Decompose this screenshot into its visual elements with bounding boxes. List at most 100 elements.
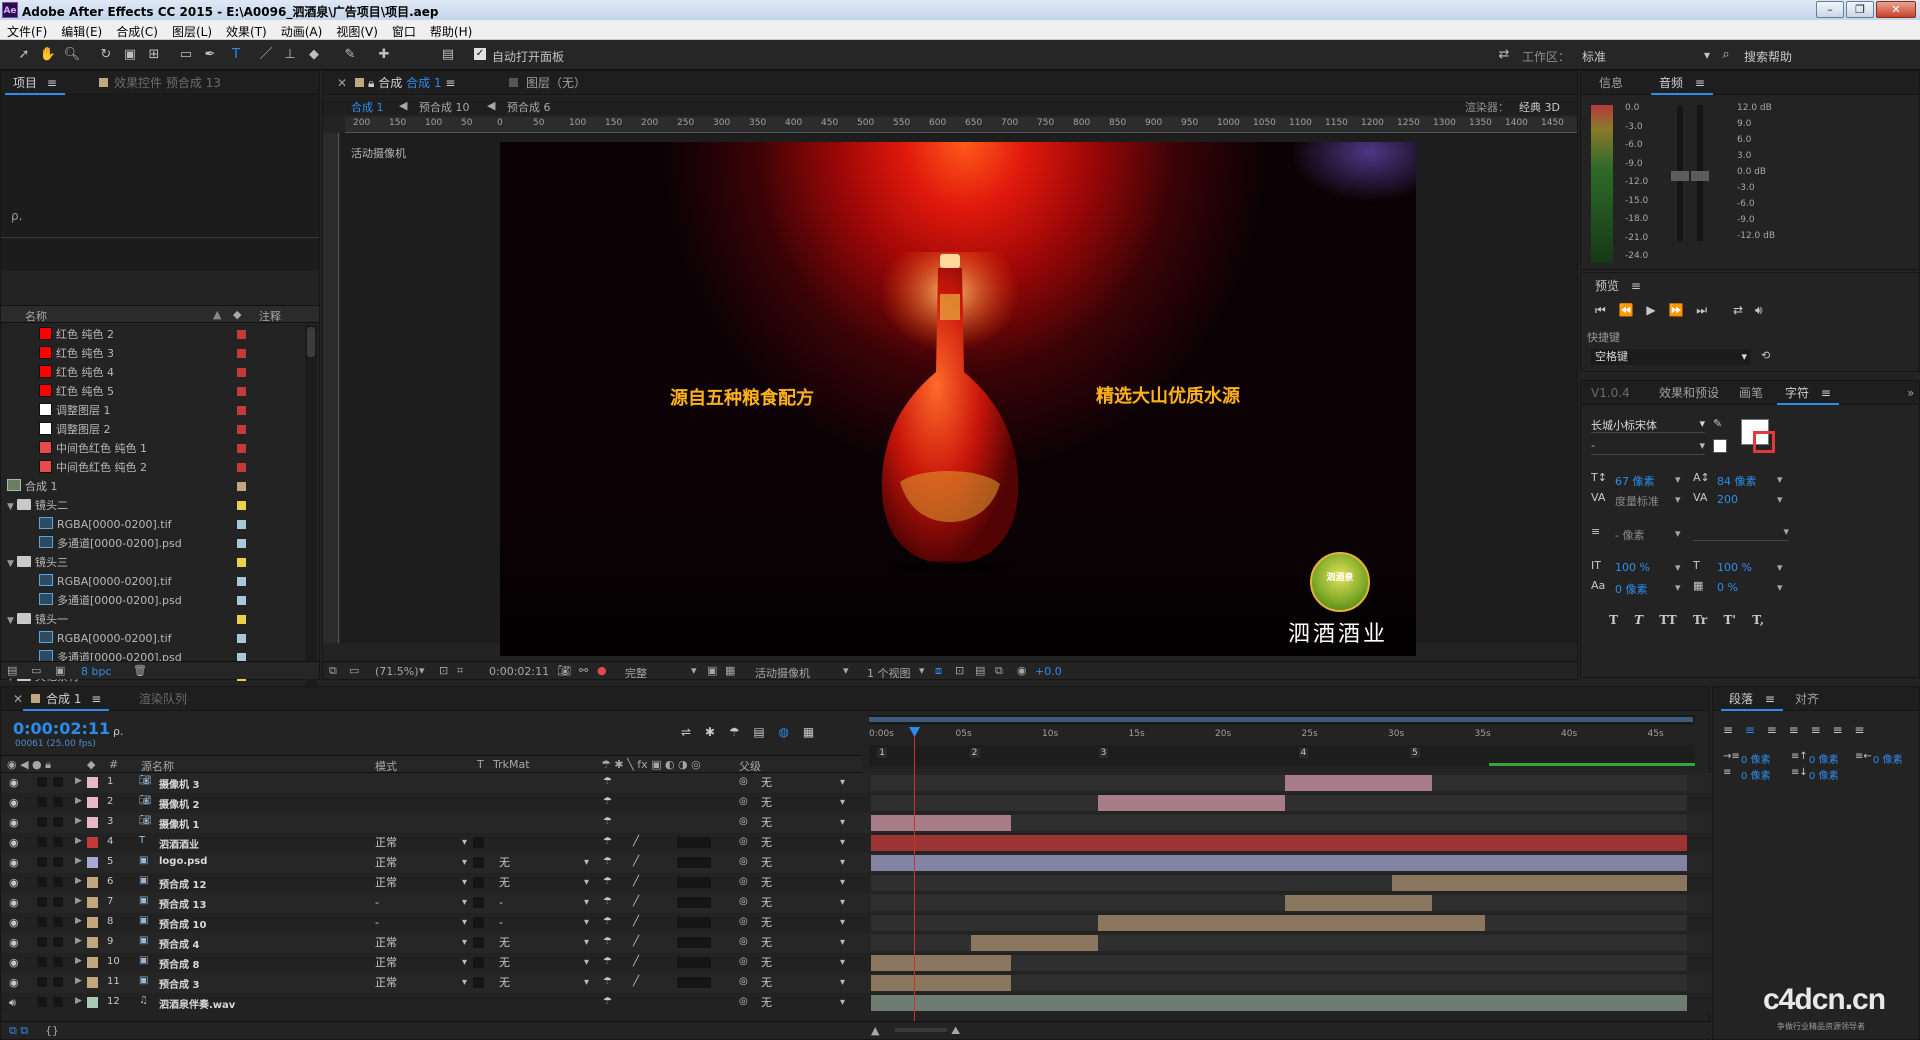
table-row[interactable]: ◉ ▶ 2 📷︎ 摄像机 2 ☂ ◎ 无 bbox=[1, 793, 1711, 813]
justify-center-icon[interactable]: ≡ bbox=[1811, 723, 1821, 737]
lock-box[interactable] bbox=[53, 877, 63, 887]
trkmat-dropdown[interactable]: 无 bbox=[499, 955, 589, 971]
loop-icon[interactable]: ⇄ bbox=[1733, 303, 1743, 317]
next-frame-icon[interactable]: ⏩ bbox=[1668, 303, 1683, 317]
layer-duration-bar[interactable] bbox=[1097, 915, 1485, 931]
label-color-icon[interactable] bbox=[237, 539, 246, 548]
label-color-icon[interactable] bbox=[237, 558, 246, 567]
expand-arrow-icon[interactable]: ▶ bbox=[75, 856, 82, 866]
visibility-eye-icon[interactable]: ◉ bbox=[9, 856, 19, 869]
shy-switch-icon[interactable]: ☂ bbox=[603, 936, 612, 947]
composition-viewer[interactable]: 源自五种粮食配方 精选大山优质水源 泗酒泉 泗酒酒业 bbox=[500, 142, 1416, 656]
comp-marker[interactable]: 1 bbox=[877, 748, 887, 758]
parent-dropdown[interactable]: 无 bbox=[761, 895, 845, 911]
timeline-search-icon[interactable]: ρ. bbox=[113, 725, 123, 738]
label-color-icon[interactable] bbox=[237, 387, 246, 396]
exposure-value[interactable]: +0.0 bbox=[1035, 665, 1062, 678]
col-name[interactable]: 名称 bbox=[25, 308, 47, 324]
expand-arrow-icon[interactable]: ▶ bbox=[75, 976, 82, 986]
pickwhip-icon[interactable]: ◎ bbox=[739, 776, 748, 787]
always-preview-icon[interactable]: ⧉ bbox=[329, 664, 337, 678]
solo-box[interactable] bbox=[37, 877, 47, 887]
project-item[interactable]: ▼ 镜头一 bbox=[1, 610, 305, 629]
indent-left-value[interactable]: 0 像素 bbox=[1741, 751, 1771, 766]
layer-name[interactable]: 预合成 12 bbox=[159, 876, 206, 891]
label-color-icon[interactable] bbox=[87, 877, 98, 888]
expand-arrow-icon[interactable]: ▶ bbox=[75, 936, 82, 946]
solo-box[interactable] bbox=[37, 937, 47, 947]
table-row[interactable]: ◉ ▶ 11 ▣ 预合成 3 正常 无 ☂ ╱ ◎ 无 bbox=[1, 973, 1711, 993]
mode-dropdown[interactable]: - bbox=[375, 915, 467, 931]
timeline-icon[interactable]: ▤ bbox=[975, 664, 985, 677]
justify-left-icon[interactable]: ≡ bbox=[1789, 723, 1799, 737]
tracking-value[interactable]: 200 bbox=[1717, 493, 1738, 506]
col-trkmat[interactable]: TrkMat bbox=[493, 758, 530, 771]
table-row[interactable]: ◉ ▶ 3 📷︎ 摄像机 1 ☂ ◎ 无 bbox=[1, 813, 1711, 833]
kerning-value[interactable]: 度量标准 bbox=[1615, 493, 1659, 509]
layer-duration-bar[interactable] bbox=[1284, 895, 1433, 911]
comp-marker[interactable]: 3 bbox=[1098, 748, 1109, 758]
tab-brushes[interactable]: 画笔 bbox=[1731, 381, 1771, 405]
label-color-icon[interactable] bbox=[237, 520, 246, 529]
parent-dropdown[interactable]: 无 bbox=[761, 855, 845, 871]
shy-switch-icon[interactable]: ☂ bbox=[603, 956, 612, 967]
lock-box[interactable] bbox=[53, 837, 63, 847]
parent-dropdown[interactable]: 无 bbox=[761, 875, 845, 891]
label-color-icon[interactable] bbox=[237, 615, 246, 624]
mode-dropdown[interactable]: 正常 bbox=[375, 935, 467, 951]
reset-icon[interactable]: ⟲ bbox=[1761, 349, 1770, 362]
visibility-eye-icon[interactable]: ◉ bbox=[9, 796, 19, 809]
menu-layer[interactable]: 图层(L) bbox=[165, 20, 219, 40]
expand-arrow-icon[interactable]: ▶ bbox=[75, 836, 82, 846]
channel-icon[interactable]: ● bbox=[597, 664, 607, 677]
indent-right-value[interactable]: 0 像素 bbox=[1873, 751, 1903, 766]
trkmat-dropdown[interactable]: 无 bbox=[499, 875, 589, 891]
col-parent[interactable]: 父级 bbox=[739, 758, 761, 774]
project-item[interactable]: ▼ 镜头三 bbox=[1, 553, 305, 572]
trash-icon[interactable]: 🗑︎ bbox=[133, 664, 147, 677]
graph-editor-icon[interactable]: ▦ bbox=[803, 725, 814, 739]
shy-switch-icon[interactable]: ☂ bbox=[603, 836, 612, 847]
visibility-eye-icon[interactable]: 🔊︎ bbox=[9, 996, 16, 1010]
label-color-icon[interactable] bbox=[87, 997, 98, 1008]
puppet-tool-icon[interactable]: ✚ bbox=[374, 46, 394, 64]
stroke-type-dropdown[interactable]: ▾ bbox=[1693, 525, 1789, 541]
solo-box[interactable] bbox=[37, 777, 47, 787]
solo-box[interactable] bbox=[37, 957, 47, 967]
stroke-color-swatch[interactable] bbox=[1753, 431, 1775, 453]
zoom-slider[interactable] bbox=[895, 1028, 947, 1032]
layer-name[interactable]: 泗酒酒业 bbox=[159, 836, 199, 851]
eraser-tool-icon[interactable]: ◆ bbox=[304, 46, 324, 64]
new-folder-icon[interactable]: ▭ bbox=[31, 664, 41, 677]
trkmat-dropdown[interactable]: 无 bbox=[499, 935, 589, 951]
quality-switch-icon[interactable]: ╱ bbox=[633, 936, 639, 947]
horizontal-scale-value[interactable]: 100 % bbox=[1717, 561, 1752, 574]
menu-animation[interactable]: 动画(A) bbox=[274, 20, 330, 40]
label-color-icon[interactable] bbox=[237, 482, 246, 491]
font-size-value[interactable]: 67 像素 bbox=[1615, 473, 1655, 489]
project-item[interactable]: 红色 纯色 5 bbox=[1, 382, 305, 401]
search-help-input[interactable]: 搜索帮助 bbox=[1744, 48, 1792, 65]
shy-switch-icon[interactable]: ☂ bbox=[603, 796, 612, 807]
quality-switch-icon[interactable]: ╱ bbox=[633, 976, 639, 987]
mode-dropdown[interactable]: 正常 bbox=[375, 975, 467, 991]
table-row[interactable]: ◉ ▶ 1 📷︎ 摄像机 3 ☂ ◎ 无 bbox=[1, 773, 1711, 793]
expand-arrow-icon[interactable]: ▶ bbox=[75, 796, 82, 806]
expand-arrow-icon[interactable]: ▶ bbox=[75, 896, 82, 906]
visibility-eye-icon[interactable]: ◉ bbox=[9, 916, 19, 929]
preserve-transparency-box[interactable] bbox=[473, 957, 484, 968]
pen-tool-icon[interactable]: ✒ bbox=[200, 46, 220, 64]
baseline-shift-value[interactable]: 0 像素 bbox=[1615, 581, 1648, 597]
shy-switch-icon[interactable]: ☂ bbox=[603, 916, 612, 927]
label-color-icon[interactable] bbox=[237, 349, 246, 358]
expand-arrow-icon[interactable]: ▶ bbox=[75, 876, 82, 886]
tab-layer[interactable]: 图层（无） bbox=[501, 71, 594, 95]
switch-boxes[interactable] bbox=[677, 917, 711, 928]
timeline-timecode[interactable]: 0:00:02:11 bbox=[13, 719, 110, 738]
comp-marker[interactable]: 4 bbox=[1298, 748, 1309, 758]
table-row[interactable]: ◉ ▶ 8 ▣ 预合成 10 - - ☂ ╱ ◎ 无 bbox=[1, 913, 1711, 933]
lock-box[interactable] bbox=[53, 897, 63, 907]
parent-dropdown[interactable]: 无 bbox=[761, 995, 845, 1011]
label-color-icon[interactable] bbox=[87, 977, 98, 988]
breadcrumb-precomp-6[interactable]: 预合成 6 bbox=[507, 99, 551, 115]
